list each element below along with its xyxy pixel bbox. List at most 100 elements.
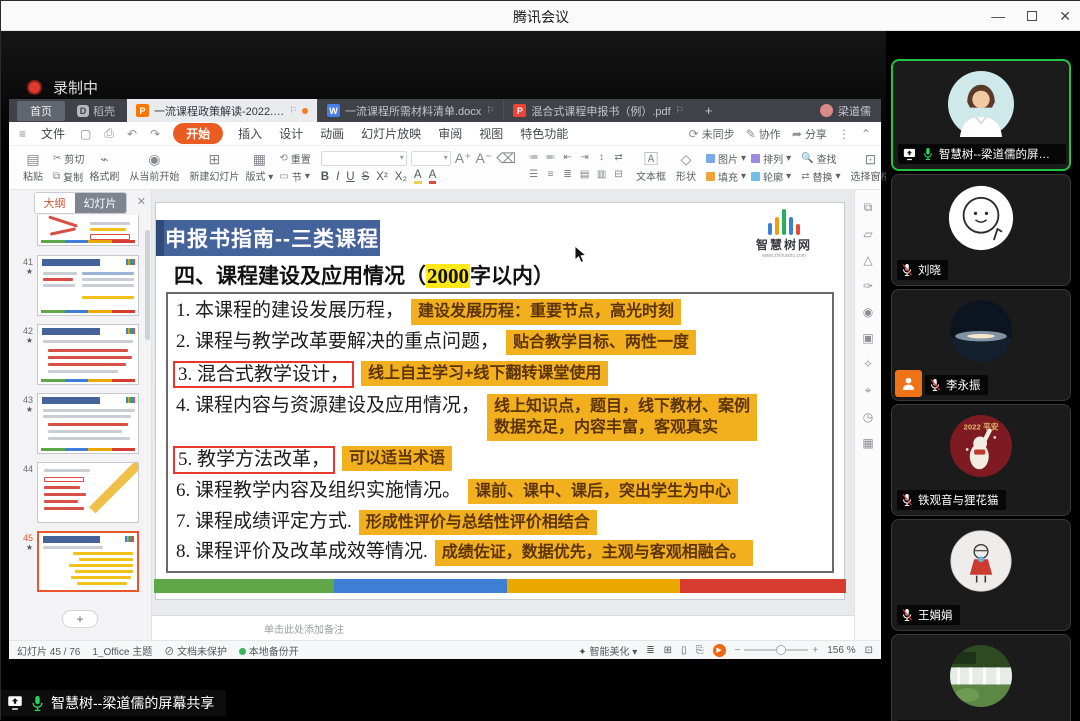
protect-status[interactable]: ⊘ 文档未保护 (164, 643, 227, 658)
menu-tab-home[interactable]: 开始 (173, 123, 223, 144)
slide-thumb-41[interactable]: 41★ (11, 255, 143, 316)
wps-home-button[interactable]: 首页 (17, 101, 65, 121)
menu-tab-design[interactable]: 设计 (277, 123, 305, 144)
fit-slide-icon[interactable]: ⊡ (865, 645, 873, 656)
underline-button[interactable]: U (346, 171, 354, 183)
panel-close-icon[interactable]: ✕ (137, 195, 146, 208)
paste-button[interactable]: ▤ 粘贴 (18, 152, 48, 183)
add-slide-button[interactable]: + (62, 610, 98, 628)
participant-tile[interactable]: 李永振 (891, 289, 1071, 401)
grid-view-icon[interactable]: ⊞ (664, 645, 672, 656)
collab-button[interactable]: ✎ 协作 (746, 126, 781, 142)
zoom-knob[interactable] (776, 645, 786, 655)
decrease-font-icon[interactable]: A⁻ (476, 151, 493, 166)
line-spacing-icon[interactable]: ↕ (594, 152, 609, 167)
layout-button[interactable]: ▦ 版式 ▾ (244, 152, 274, 183)
highlight-color-button[interactable]: A (414, 169, 422, 184)
text-direction-icon[interactable]: ⇄ (611, 152, 626, 167)
menu-tab-review[interactable]: 审阅 (436, 123, 464, 144)
beautify-button[interactable]: ✦ 智能美化 ▾ (578, 643, 637, 658)
properties-icon[interactable]: ⧉ (864, 200, 873, 215)
italic-button[interactable]: I (336, 171, 339, 183)
participant-tile[interactable]: 王娟娟 (891, 519, 1071, 631)
doc-tab-docx[interactable]: W 一流课程所需材料清单.docx ⚐ (317, 99, 503, 122)
replace-button[interactable]: ⇄替换 ▾ (801, 169, 840, 184)
copy-button[interactable]: ⧉复制 (53, 169, 84, 184)
bold-button[interactable]: B (321, 171, 329, 183)
textbox-button[interactable]: 🄰 文本框 (636, 152, 666, 183)
wps-account[interactable]: 梁道儒 (820, 103, 871, 119)
slide-thumb-42[interactable]: 42★ (11, 324, 143, 385)
menu-tab-insert[interactable]: 插入 (236, 123, 264, 144)
cut-button[interactable]: ✂剪切 (53, 151, 84, 166)
maximize-button[interactable] (1027, 11, 1037, 21)
panel-scrollbar[interactable] (145, 230, 150, 340)
increase-font-icon[interactable]: A⁺ (455, 151, 472, 166)
hamburger-icon[interactable]: ≡ (19, 127, 26, 141)
align-center-icon[interactable]: ≡ (543, 169, 558, 184)
picture-button[interactable]: 图片 ▾ (706, 151, 746, 166)
collapse-ribbon-icon[interactable]: ⌃ (861, 127, 871, 141)
slide-master-icon[interactable]: ▣ (862, 331, 873, 345)
new-document-tab-button[interactable]: + (693, 103, 725, 118)
slide-thumb-44[interactable]: 44 (11, 462, 143, 523)
font-color-button[interactable]: A (429, 169, 437, 184)
new-slide-button[interactable]: ⊞ 新建幻灯片 (189, 152, 239, 183)
justify-icon[interactable]: ▤ (577, 169, 592, 184)
section-button[interactable]: ▭节 ▾ (279, 169, 310, 184)
menu-file[interactable]: 文件 (39, 123, 67, 144)
wps-docer-button[interactable]: D 稻壳 (77, 103, 115, 119)
find-button[interactable]: 🔍查找 (801, 151, 840, 166)
outline-tab[interactable]: 大纲 (35, 193, 75, 213)
strikethrough-button[interactable]: S (362, 171, 370, 183)
font-size-select[interactable] (411, 151, 451, 166)
save-icon[interactable]: ▢ (80, 127, 91, 141)
share-button[interactable]: ➦ 分享 (792, 126, 827, 142)
warning-tool-icon[interactable]: △ (863, 253, 872, 267)
font-family-select[interactable] (321, 151, 407, 166)
superscript-button[interactable]: X² (376, 171, 388, 183)
participant-tile[interactable]: 刘晓 (891, 174, 1071, 286)
more-icon[interactable]: ⋮ (838, 127, 850, 141)
participant-tile[interactable]: 2022 平安 铁观音与狸花猫 (891, 404, 1071, 516)
reading-view-icon[interactable]: ▯ (681, 645, 687, 656)
backup-status[interactable]: 本地备份开 (239, 643, 299, 658)
align-left-icon[interactable]: ☰ (526, 169, 541, 184)
format-painter-button[interactable]: ⌁ 格式刷 (89, 152, 119, 183)
normal-view-icon[interactable]: ≣ (646, 645, 654, 656)
zoom-slider[interactable]: −+ (735, 645, 819, 656)
participant-tile-presenter[interactable]: 智慧树--梁道儒的屏幕... (891, 59, 1071, 171)
clear-format-icon[interactable]: ⌫ (496, 151, 516, 166)
menu-tab-slideshow[interactable]: 幻灯片放映 (359, 123, 423, 144)
effects-icon[interactable]: ✧ (863, 357, 873, 371)
reset-button[interactable]: ⟲重置 (279, 151, 310, 166)
notes-area[interactable]: 单击此处添加备注 (152, 615, 854, 640)
slideshow-play-button[interactable]: ▶ (713, 644, 726, 657)
menu-tab-special[interactable]: 特色功能 (518, 123, 570, 144)
subscript-button[interactable]: X₂ (395, 171, 407, 183)
play-from-current-button[interactable]: ◉ 从当前开始 (129, 152, 179, 183)
fill-button[interactable]: 填充 ▾ (706, 169, 746, 184)
media-icon[interactable]: ▦ (862, 436, 873, 450)
slides-tab[interactable]: 幻灯片 (75, 193, 126, 213)
outdent-icon[interactable]: ⇤ (560, 152, 575, 167)
doc-tab-pptx[interactable]: P 一流课程政策解读-2022.pptx ⚐ (127, 99, 317, 122)
minimize-button[interactable]: — (991, 8, 1005, 24)
smartart-icon[interactable]: ⊟ (611, 169, 626, 184)
outline-button[interactable]: 轮廓 ▾ (751, 169, 791, 184)
align-right-icon[interactable]: ≣ (560, 169, 575, 184)
shape-tool-icon[interactable]: ▱ (863, 227, 872, 241)
participant-tile[interactable]: 王寿苹 (891, 634, 1071, 721)
theme-name[interactable]: 1_Office 主题 (92, 643, 152, 658)
selection-pane-button[interactable]: ⊡ 选择窗格 (851, 152, 891, 183)
print-icon[interactable]: ⎙ (104, 126, 114, 141)
color-scheme-icon[interactable]: ◉ (863, 305, 873, 319)
notes-view-icon[interactable]: ⎘ (696, 645, 704, 656)
bullet-list-icon[interactable]: ≔ (526, 152, 541, 167)
slide-thumb-40[interactable] (11, 215, 143, 247)
shapes-button[interactable]: ◇ 形状 (671, 152, 701, 183)
close-button[interactable]: ✕ (1059, 8, 1071, 25)
slide-thumb-43[interactable]: 43★ (11, 393, 143, 454)
arrange-button[interactable]: 排列 ▾ (751, 151, 791, 166)
sync-status[interactable]: ⟳ 未同步 (689, 126, 735, 142)
